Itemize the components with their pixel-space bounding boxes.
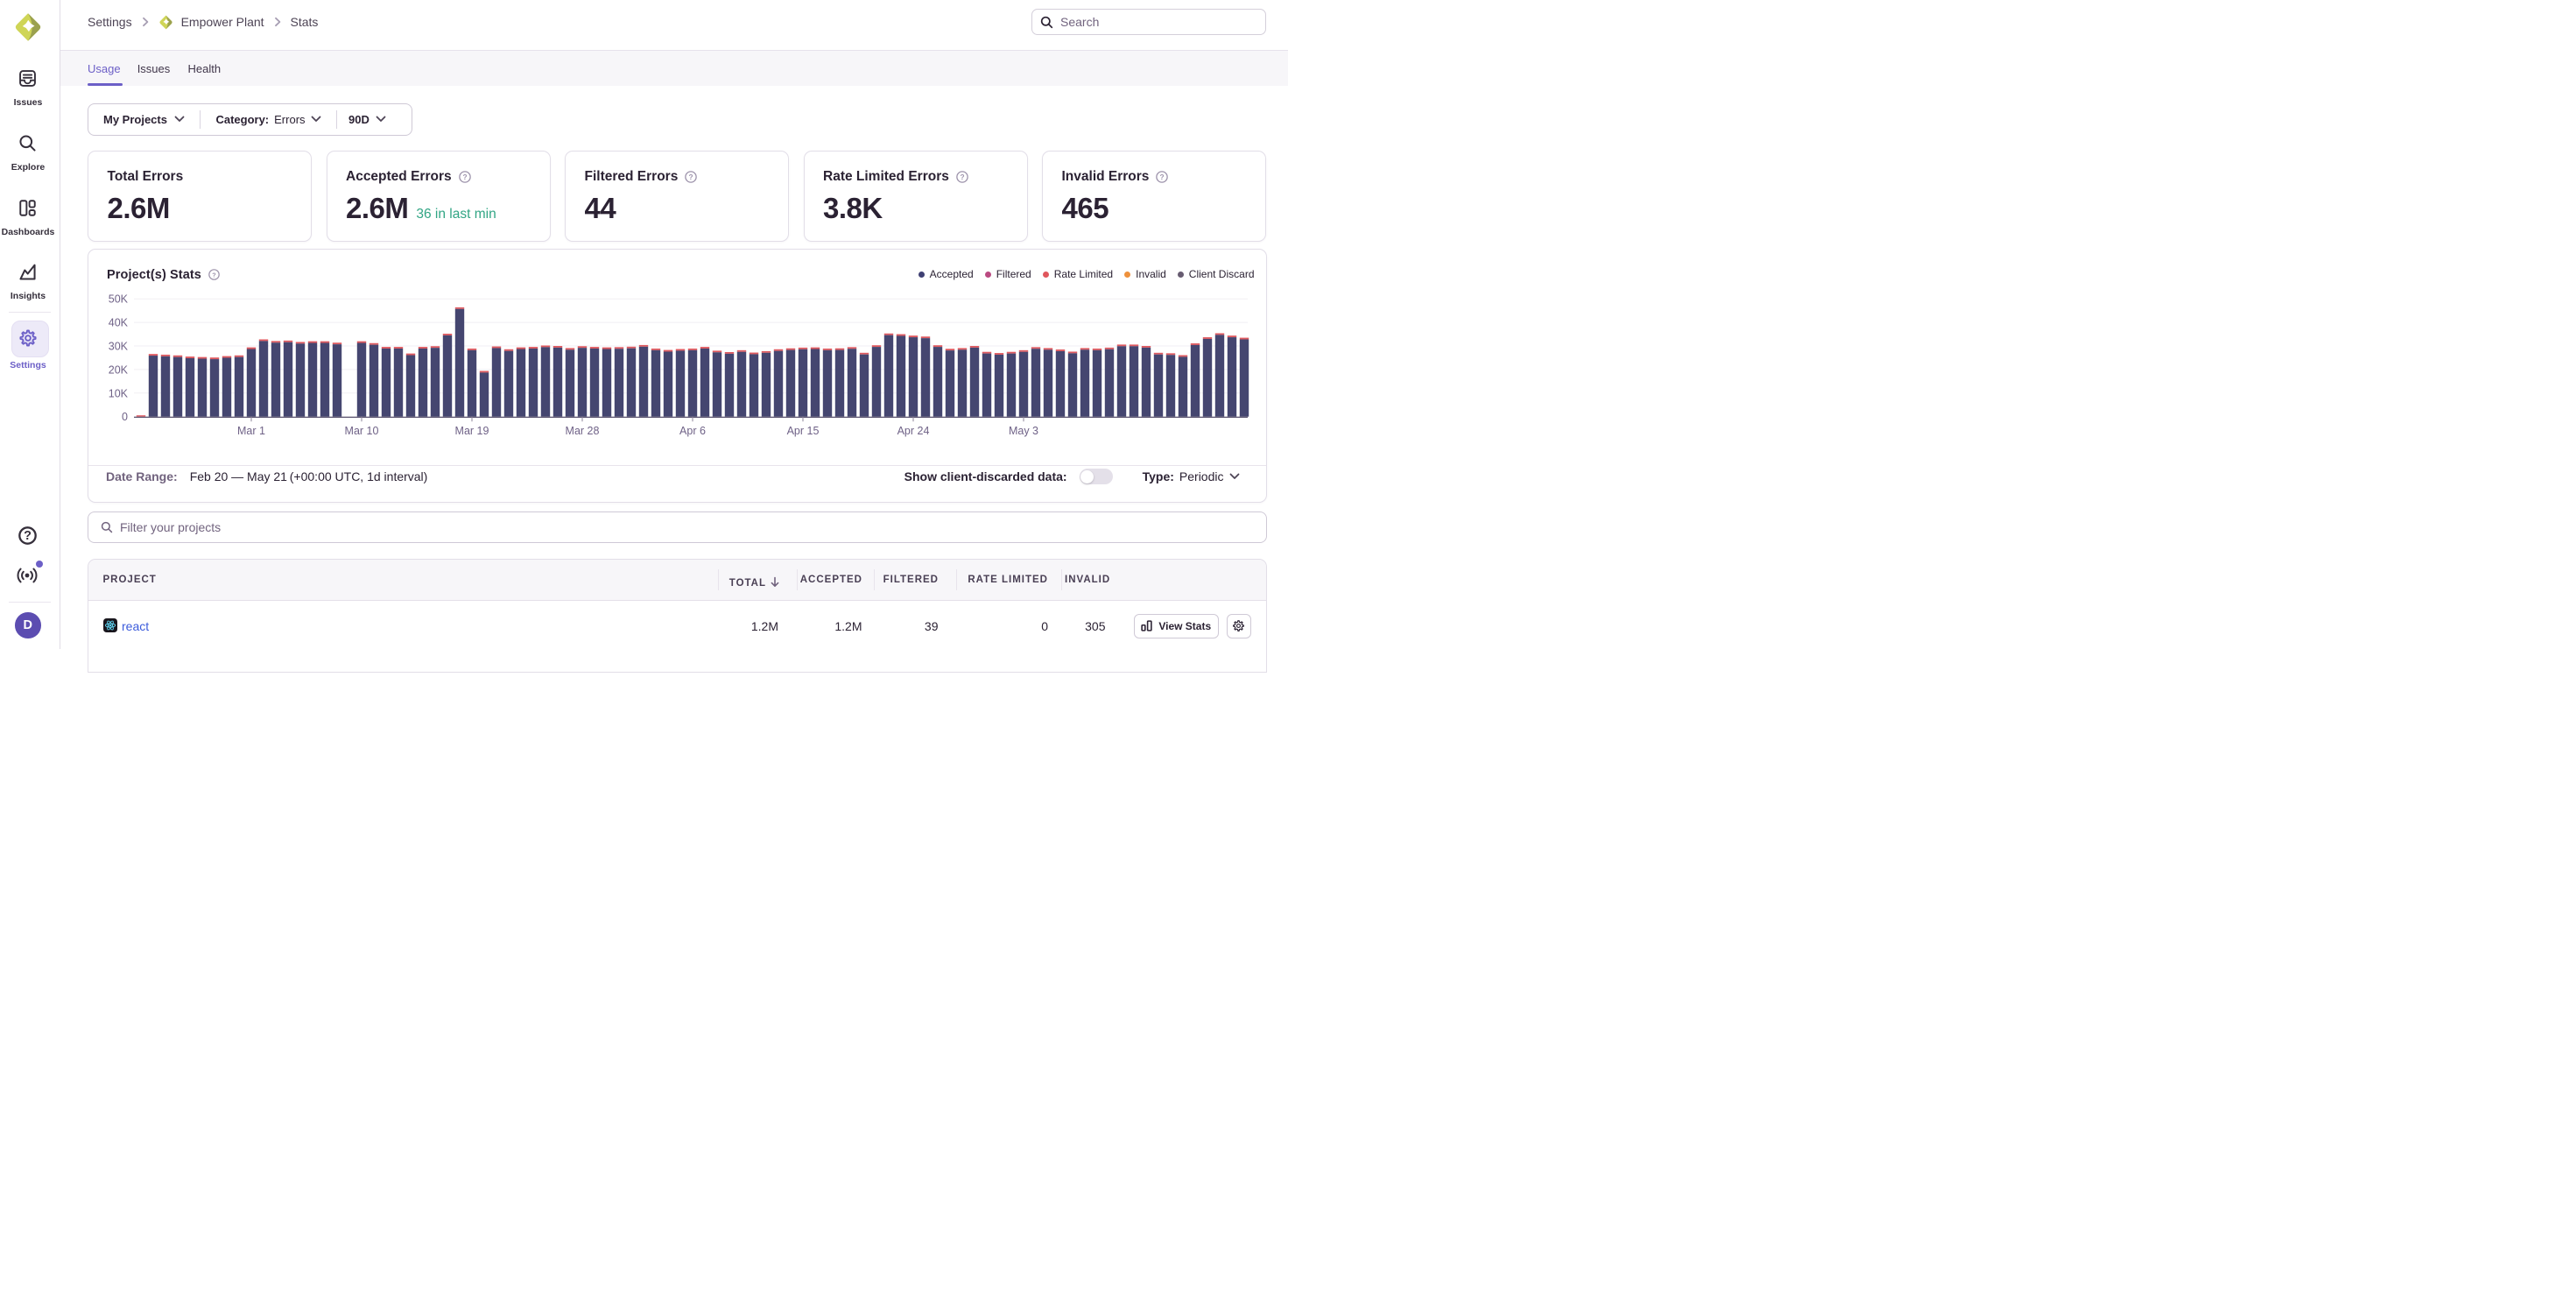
svg-text:0: 0 bbox=[122, 411, 128, 423]
svg-text:Apr 6: Apr 6 bbox=[679, 425, 706, 437]
svg-text:Mar 10: Mar 10 bbox=[345, 425, 379, 437]
svg-text:50K: 50K bbox=[109, 293, 129, 306]
svg-text:?: ? bbox=[24, 529, 32, 543]
svg-text:20K: 20K bbox=[109, 364, 129, 377]
svg-text:10K: 10K bbox=[109, 388, 129, 400]
svg-text:?: ? bbox=[462, 173, 467, 181]
svg-text:30K: 30K bbox=[109, 341, 129, 353]
svg-text:Mar 1: Mar 1 bbox=[237, 425, 265, 437]
svg-text:?: ? bbox=[689, 173, 693, 181]
svg-text:Mar 28: Mar 28 bbox=[566, 425, 600, 437]
svg-text:Apr 15: Apr 15 bbox=[787, 425, 820, 437]
svg-text:Mar 19: Mar 19 bbox=[455, 425, 489, 437]
svg-text:?: ? bbox=[1160, 173, 1165, 181]
svg-text:Apr 24: Apr 24 bbox=[897, 425, 930, 437]
svg-text:?: ? bbox=[960, 173, 964, 181]
svg-text:May 3: May 3 bbox=[1009, 425, 1038, 437]
svg-text:40K: 40K bbox=[109, 317, 129, 329]
